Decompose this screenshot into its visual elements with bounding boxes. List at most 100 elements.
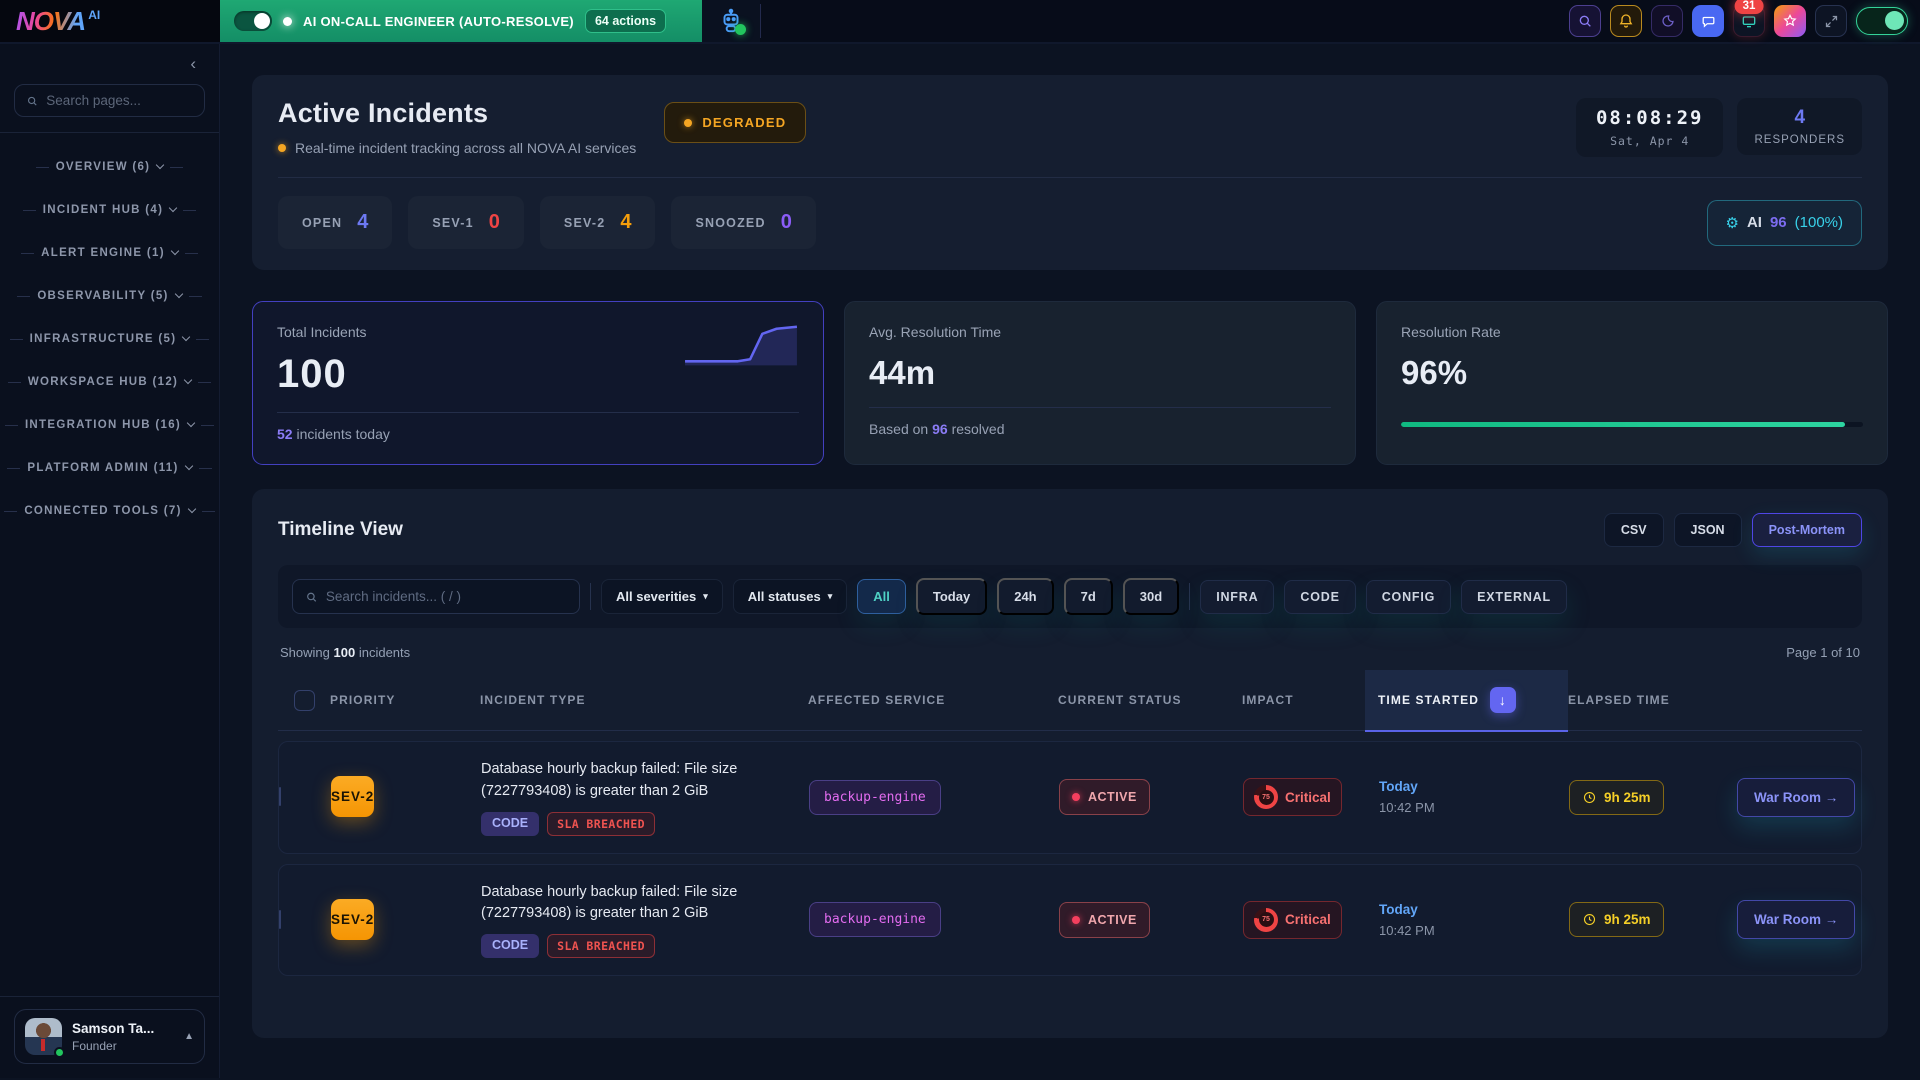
metric-footnote: Based on 96 resolved [869,421,1331,437]
online-dot [735,24,746,35]
stat-snoozed: SNOOZED 0 [671,196,815,249]
sla-breached-tag: SLA BREACHED [547,812,655,836]
divider [1189,583,1190,610]
sidebar-item-workspace-hub[interactable]: WORKSPACE HUB (12) [14,376,205,388]
sidebar-item-platform-admin[interactable]: PLATFORM ADMIN (11) [14,462,205,474]
sidebar-item-observability[interactable]: OBSERVABILITY (5) [14,290,205,302]
incident-search-input[interactable] [326,589,567,604]
topbar-divider [760,4,761,38]
col-affected-service[interactable]: AFFECTED SERVICE [808,670,1058,730]
user-name: Samson Ta... [72,1021,154,1036]
category-filter-config[interactable]: CONFIG [1366,580,1451,614]
page-title: Active Incidents [278,98,636,129]
war-room-button[interactable]: War Room → [1737,778,1855,817]
sidebar-collapse-button[interactable]: ‹ [181,52,205,76]
brand-text: NOVA [16,6,85,37]
search-button[interactable] [1569,5,1601,37]
affected-service-chip[interactable]: backup-engine [809,902,941,937]
ai-assistant-button[interactable] [702,0,760,42]
priority-badge: SEV-2 [331,899,374,940]
main-content: Active Incidents Real-time incident trac… [220,44,1920,1078]
row-checkbox[interactable] [279,787,281,806]
status-filter-select[interactable]: All statuses ▾ [733,579,848,614]
priority-badge: SEV-2 [331,776,374,817]
avg-resolution-card: Avg. Resolution Time 44m Based on 96 res… [844,301,1356,465]
incident-row[interactable]: SEV-2 Database hourly backup failed: Fil… [278,864,1862,977]
war-room-button[interactable]: War Room → [1737,900,1855,939]
divider [590,583,591,610]
clock-icon [1582,790,1597,805]
resolution-rate-card: Resolution Rate 96% [1376,301,1888,465]
code-tag: CODE [481,812,539,836]
stat-sev1: SEV-1 0 [408,196,524,249]
online-dot [54,1047,65,1058]
row-checkbox[interactable] [279,910,281,929]
chevron-down-icon [156,161,164,169]
nova-logo[interactable]: NOVA AI [0,0,220,42]
deployments-button[interactable]: 31 [1733,5,1765,37]
sidebar-search[interactable] [14,84,205,117]
chat-button[interactable] [1692,5,1724,37]
range-filter-30d[interactable]: 30d [1123,578,1179,615]
topbar-actions: 31 [1569,0,1920,42]
timeline-panel: Timeline View CSV JSON Post-Mortem All s… [252,489,1888,1038]
range-filter-all[interactable]: All [857,579,906,614]
clock-card: 08:08:29 Sat, Apr 4 [1576,98,1724,157]
range-filter-7d[interactable]: 7d [1064,578,1113,615]
chat-icon [1701,14,1716,29]
range-filter-24h[interactable]: 24h [997,578,1053,615]
oncall-banner: AI ON-CALL ENGINEER (AUTO-RESOLVE) 64 ac… [220,0,702,42]
col-impact[interactable]: IMPACT [1242,670,1378,730]
theme-toggle[interactable] [1856,7,1908,35]
metric-label: Avg. Resolution Time [869,324,1331,340]
sidebar-item-incident-hub[interactable]: INCIDENT HUB (4) [14,204,205,216]
severity-filter-select[interactable]: All severities ▾ [601,579,723,614]
col-priority[interactable]: PRIORITY [330,670,480,730]
dark-mode-button[interactable] [1651,5,1683,37]
user-menu[interactable]: Samson Ta... Founder ▲ [14,1009,205,1064]
sort-descending-button[interactable]: ↓ [1490,687,1516,713]
filter-bar: All severities ▾ All statuses ▾ All Toda… [278,565,1862,628]
sidebar-item-connected-tools[interactable]: CONNECTED TOOLS (7) [14,505,205,517]
sidebar-nav: OVERVIEW (6) INCIDENT HUB (4) ALERT ENGI… [14,161,205,517]
col-elapsed-time[interactable]: ELAPSED TIME [1568,670,1736,730]
impact-badge: 75 Critical [1243,778,1342,816]
export-csv-button[interactable]: CSV [1604,513,1664,547]
category-filter-code[interactable]: CODE [1284,580,1355,614]
time-started-clock: 10:42 PM [1379,800,1569,815]
favorites-button[interactable] [1774,5,1806,37]
col-time-started[interactable]: TIME STARTED ↓ [1365,670,1568,730]
divider [277,412,799,413]
metric-footnote: 52 incidents today [277,426,799,442]
range-filter-today[interactable]: Today [916,578,987,615]
post-mortem-button[interactable]: Post-Mortem [1752,513,1862,547]
col-current-status[interactable]: CURRENT STATUS [1058,670,1242,730]
incident-search[interactable] [292,579,580,614]
auto-resolve-toggle[interactable] [234,11,272,31]
divider [869,407,1331,408]
sidebar-item-infrastructure[interactable]: INFRASTRUCTURE (5) [14,333,205,345]
progress-fill [1401,422,1845,427]
stat-sev2: SEV-2 4 [540,196,656,249]
select-all-checkbox[interactable] [294,690,315,711]
sidebar-item-overview[interactable]: OVERVIEW (6) [14,161,205,173]
category-filter-infra[interactable]: INFRA [1200,580,1274,614]
incident-row[interactable]: SEV-2 Database hourly backup failed: Fil… [278,741,1862,854]
resolution-rate-progressbar [1401,422,1863,427]
sidebar-search-input[interactable] [46,93,193,108]
expand-icon [1824,14,1839,29]
sidebar-item-integration-hub[interactable]: INTEGRATION HUB (16) [14,419,205,431]
status-dot [1072,793,1080,801]
category-filter-external[interactable]: EXTERNAL [1461,580,1567,614]
fullscreen-button[interactable] [1815,5,1847,37]
incident-title: Database hourly backup failed: File size… [481,882,781,926]
sidebar-item-alert-engine[interactable]: ALERT ENGINE (1) [14,247,205,259]
chevron-down-icon [187,505,195,513]
time-started-day: Today [1379,779,1569,794]
search-icon [1577,13,1593,29]
col-incident-type[interactable]: INCIDENT TYPE [480,670,808,730]
export-json-button[interactable]: JSON [1674,513,1742,547]
notifications-button[interactable] [1610,5,1642,37]
incidents-table-header: PRIORITY INCIDENT TYPE AFFECTED SERVICE … [278,670,1862,731]
affected-service-chip[interactable]: backup-engine [809,780,941,815]
